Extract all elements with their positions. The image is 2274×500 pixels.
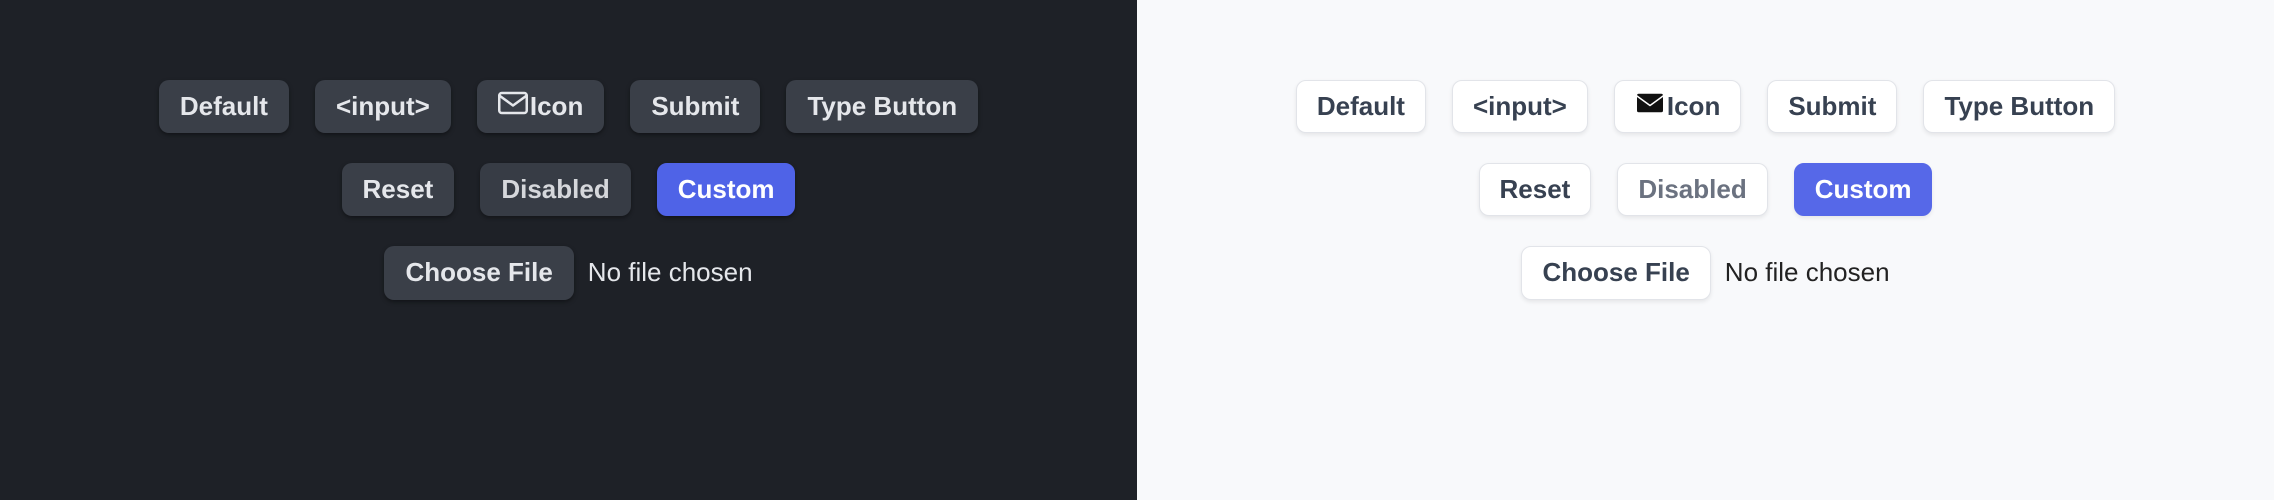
icon-button[interactable]: Icon (1614, 80, 1741, 133)
type-button[interactable]: Type Button (1923, 80, 2115, 133)
button-row-2: Reset Disabled Custom (1479, 163, 1933, 216)
button-row-1: Default <input> Icon Submit Type Button (159, 80, 978, 133)
file-status-label: No file chosen (1725, 257, 1890, 288)
icon-button-label: Icon (530, 91, 583, 122)
file-status-label: No file chosen (588, 257, 753, 288)
custom-button[interactable]: Custom (657, 163, 796, 216)
choose-file-button[interactable]: Choose File (1521, 246, 1710, 299)
disabled-button: Disabled (480, 163, 630, 216)
submit-button[interactable]: Submit (1767, 80, 1897, 133)
dark-theme-panel: Default <input> Icon Submit Type Button … (0, 0, 1137, 500)
light-theme-panel: Default <input> Icon Submit Type Button … (1137, 0, 2274, 500)
submit-button[interactable]: Submit (630, 80, 760, 133)
button-row-2: Reset Disabled Custom (342, 163, 796, 216)
button-row-1: Default <input> Icon Submit Type Button (1296, 80, 2115, 133)
input-element-button[interactable]: <input> (315, 80, 451, 133)
icon-button-label: Icon (1667, 91, 1720, 122)
input-element-button[interactable]: <input> (1452, 80, 1588, 133)
file-input-row: Choose File No file chosen (1521, 246, 1889, 299)
file-input-row: Choose File No file chosen (384, 246, 752, 299)
mail-icon (1635, 91, 1665, 122)
type-button[interactable]: Type Button (786, 80, 978, 133)
mail-icon (498, 91, 528, 122)
custom-button[interactable]: Custom (1794, 163, 1933, 216)
default-button[interactable]: Default (1296, 80, 1426, 133)
choose-file-button[interactable]: Choose File (384, 246, 573, 299)
default-button[interactable]: Default (159, 80, 289, 133)
disabled-button: Disabled (1617, 163, 1767, 216)
icon-button[interactable]: Icon (477, 80, 604, 133)
reset-button[interactable]: Reset (342, 163, 455, 216)
reset-button[interactable]: Reset (1479, 163, 1592, 216)
